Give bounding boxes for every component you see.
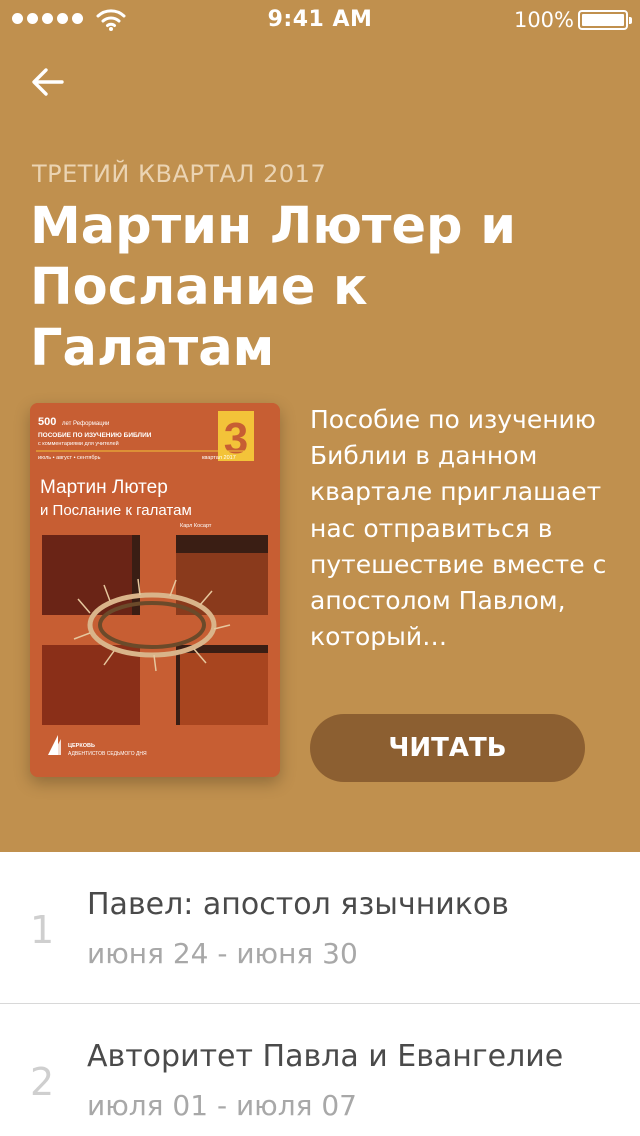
status-bar: 9:41 AM 100% — [0, 0, 640, 40]
lesson-title: Павел: апостол язычников — [87, 887, 509, 922]
cover-title-line2: и Послание к галатам — [40, 502, 192, 519]
battery-percentage: 100% — [513, 8, 574, 32]
lesson-dates: июля 01 - июля 07 — [87, 1089, 357, 1122]
quarterly-hero: 9:41 AM 100% ТРЕТИЙ КВАРТАЛ 2017 Мартин … — [0, 0, 640, 852]
lesson-item[interactable]: 1 Павел: апостол язычников июня 24 - июн… — [0, 852, 640, 1004]
cover-guide-line1: ПОСОБИЕ ПО ИЗУЧЕНИЮ БИБЛИИ — [38, 432, 152, 439]
quarterly-cover-image[interactable]: 3 500 лет Реформации ПОСОБИЕ ПО ИЗУЧЕНИЮ… — [30, 403, 280, 777]
back-arrow-icon[interactable] — [28, 62, 68, 102]
cover-quarter-text: квартал 2017 — [202, 455, 236, 461]
quarter-label: ТРЕТИЙ КВАРТАЛ 2017 — [32, 160, 327, 188]
lesson-number: 1 — [30, 908, 55, 952]
battery-icon — [578, 10, 632, 30]
lesson-list: 1 Павел: апостол язычников июня 24 - июн… — [0, 852, 640, 1136]
lesson-dates: июня 24 - июня 30 — [87, 937, 358, 970]
cover-church-line2: АДВЕНТИСТОВ СЕДЬМОГО ДНЯ — [68, 751, 147, 757]
cover-badge-text: лет Реформации — [62, 421, 109, 427]
read-button[interactable]: ЧИТАТЬ — [310, 714, 585, 782]
cover-months: июль • август • сентябрь — [38, 455, 101, 461]
cover-title-line1: Мартин Лютер — [40, 477, 168, 498]
quarterly-title: Мартин Лютер и Послание к Галатам — [30, 197, 517, 378]
lesson-item[interactable]: 2 Авторитет Павла и Евангелие июля 01 - … — [0, 1004, 640, 1136]
quarterly-description: Пособие по изучению Библии в данном квар… — [310, 405, 607, 652]
cover-church-line1: ЦЕРКОВЬ — [68, 743, 95, 749]
lesson-title: Авторитет Павла и Евангелие — [87, 1039, 564, 1074]
cover-author: Карл Косарт — [180, 523, 212, 529]
lesson-number: 2 — [30, 1060, 55, 1104]
cover-badge-number: 500 — [38, 416, 56, 428]
cover-guide-line2: с комментариями для учителей — [38, 440, 119, 447]
